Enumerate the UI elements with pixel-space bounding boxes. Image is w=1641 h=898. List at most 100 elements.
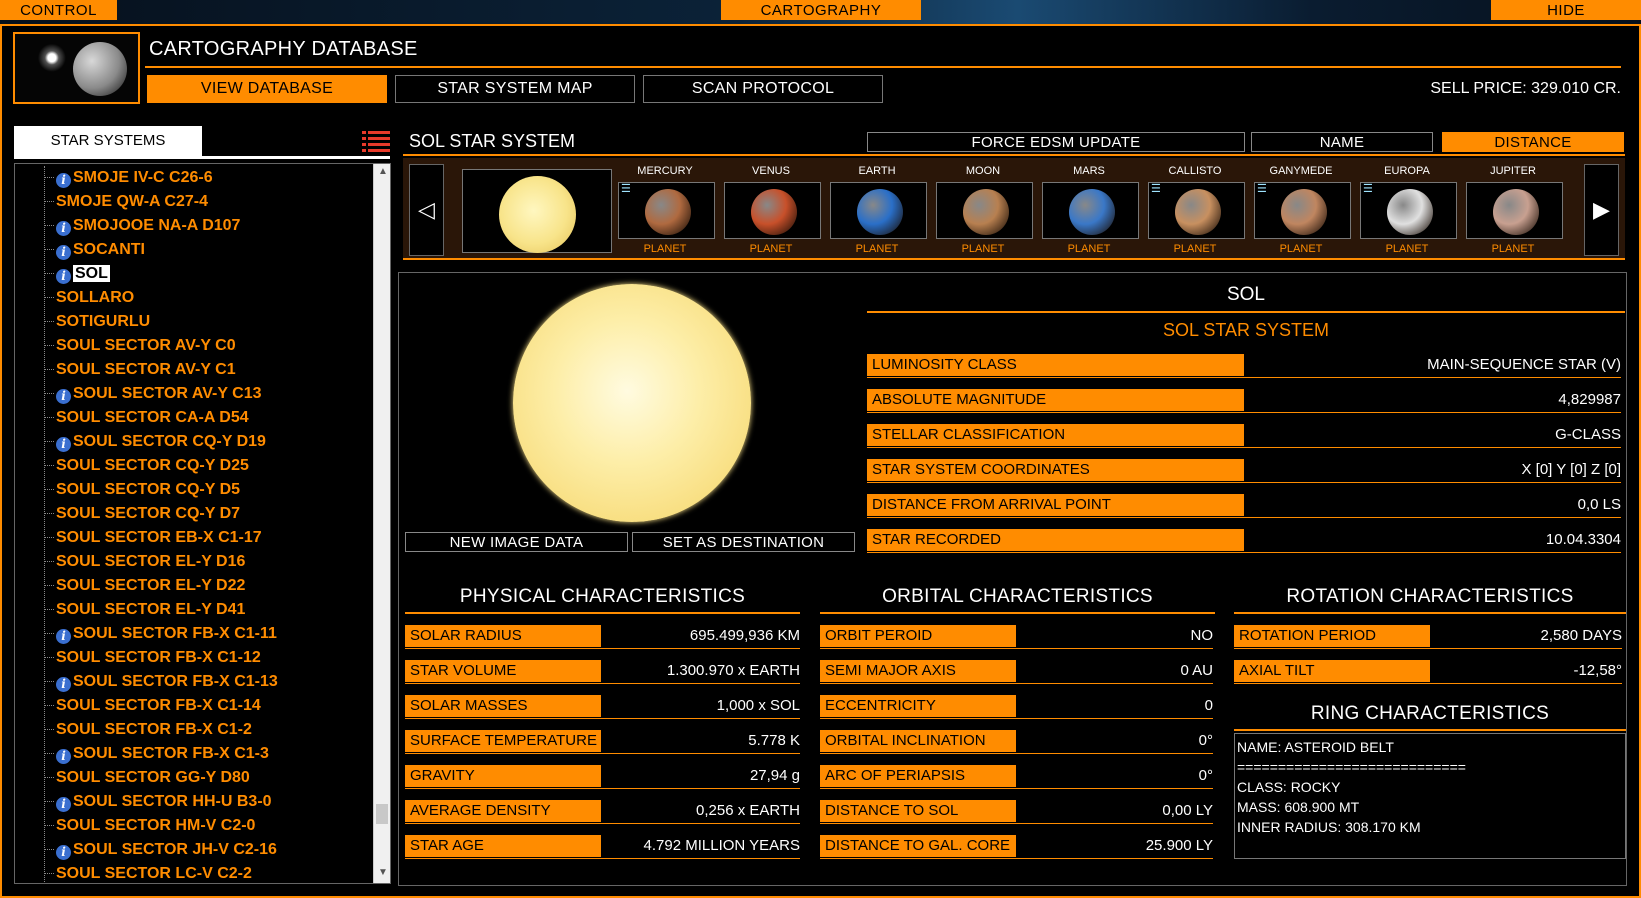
body-card-earth[interactable]: EARTH PLANET (827, 158, 927, 255)
list-item[interactable]: i SOUL SECTOR AV-Y C13 (44, 383, 262, 405)
row-underline (405, 823, 800, 824)
tab-hide[interactable]: HIDE (1491, 0, 1641, 20)
characteristic-row: SOLAR MASSES 1,000 x SOL (405, 695, 800, 719)
list-item[interactable]: SOUL SECTOR CA-A D54 (44, 407, 249, 429)
list-item[interactable]: SOUL SECTOR EL-Y D41 (44, 599, 245, 621)
scan-protocol-button[interactable]: SCAN PROTOCOL (643, 75, 883, 103)
info-icon: i (56, 437, 71, 452)
characteristic-value: 0,256 x EARTH (696, 802, 800, 819)
planet-icon (963, 189, 1009, 235)
view-database-button[interactable]: VIEW DATABASE (147, 75, 387, 103)
info-icon: i (56, 245, 71, 260)
set-as-destination-button[interactable]: SET AS DESTINATION (632, 532, 855, 552)
selected-star-thumbnail[interactable] (462, 169, 612, 253)
list-item[interactable]: SOUL SECTOR LC-V C2-2 (44, 863, 252, 885)
list-item[interactable]: SOUL SECTOR CQ-Y D5 (44, 479, 240, 501)
tree-connector (44, 201, 54, 203)
force-edsm-update-button[interactable]: FORCE EDSM UPDATE (867, 132, 1245, 152)
list-item-label: SOUL SECTOR AV-Y C1 (56, 361, 236, 378)
list-item[interactable]: i SOUL SECTOR CQ-Y D19 (44, 431, 266, 453)
characteristic-label: STAR AGE (405, 835, 601, 857)
planet-icon (1281, 189, 1327, 235)
row-underline (1234, 648, 1622, 649)
list-item[interactable]: SOUL SECTOR CQ-Y D25 (44, 455, 249, 477)
physical-title-underline (405, 612, 800, 614)
sort-name-button[interactable]: NAME (1251, 132, 1433, 152)
list-item-label: SOLLARO (56, 289, 135, 306)
list-item[interactable]: SOUL SECTOR FB-X C1-12 (44, 647, 261, 669)
list-item-label: SOUL SECTOR FB-X C1-14 (56, 697, 261, 714)
characteristic-row: DISTANCE FROM ARRIVAL POINT 0,0 LS (867, 494, 1621, 518)
list-item[interactable]: SOUL SECTOR CQ-Y D7 (44, 503, 240, 525)
tab-cartography[interactable]: CARTOGRAPHY (721, 0, 921, 20)
body-card-mercury[interactable]: MERCURY ☰ PLANET (615, 158, 715, 255)
list-item[interactable]: SOUL SECTOR AV-Y C1 (44, 359, 236, 381)
sort-distance-button[interactable]: DISTANCE (1442, 132, 1624, 152)
row-underline (867, 482, 1621, 483)
body-name: VENUS (752, 165, 790, 177)
list-item[interactable]: SMOJE QW-A C27-4 (44, 191, 208, 213)
body-card-callisto[interactable]: CALLISTO ☰ PLANET (1145, 158, 1245, 255)
tree-connector (44, 801, 54, 803)
list-item[interactable]: SOUL SECTOR EL-Y D16 (44, 551, 245, 573)
list-item[interactable]: i SMOJE IV-C C26-6 (44, 167, 213, 189)
list-item[interactable]: SOUL SECTOR HM-V C2-0 (44, 815, 255, 837)
list-item[interactable]: SOUL SECTOR EB-X C1-17 (44, 527, 262, 549)
body-card-moon[interactable]: MOON PLANET (933, 158, 1033, 255)
list-item[interactable]: SOLLARO (44, 287, 134, 309)
tab-control[interactable]: CONTROL (0, 0, 117, 20)
body-card-venus[interactable]: VENUS PLANET (721, 158, 821, 255)
list-item[interactable]: i SOCANTI (44, 239, 145, 261)
ring-info-line: INNER RADIUS: 308.170 KM (1237, 819, 1421, 835)
list-item[interactable]: i SOL (44, 263, 110, 285)
list-item[interactable]: SOTIGURLU (44, 311, 150, 333)
detail-name: SOL (1226, 284, 1266, 305)
tree-connector (44, 177, 54, 179)
list-item[interactable]: SOUL SECTOR AV-Y C0 (44, 335, 236, 357)
list-scrollbar[interactable]: ▲ ▼ (373, 164, 390, 883)
characteristic-row: AVERAGE DENSITY 0,256 x EARTH (405, 800, 800, 824)
tree-connector (44, 465, 54, 467)
list-item[interactable]: i SOUL SECTOR JH-V C2-16 (44, 839, 277, 861)
list-item[interactable]: i SOUL SECTOR FB-X C1-13 (44, 671, 278, 693)
list-view-icon[interactable] (362, 130, 390, 152)
ring-characteristics-title: RING CHARACTERISTICS (1310, 703, 1550, 724)
body-type: PLANET (1173, 243, 1217, 255)
scroll-down-arrow-icon[interactable]: ▼ (378, 867, 388, 878)
body-type: PLANET (643, 243, 687, 255)
row-underline (405, 683, 800, 684)
carousel-prev-button[interactable]: ◁ (409, 164, 444, 256)
row-underline (867, 377, 1621, 378)
body-card-mars[interactable]: MARS PLANET (1039, 158, 1139, 255)
characteristic-row: STAR SYSTEM COORDINATES X [0] Y [0] Z [0] (867, 459, 1621, 483)
list-item[interactable]: SOUL SECTOR EL-Y D22 (44, 575, 245, 597)
carousel-next-button[interactable]: ▶ (1584, 164, 1619, 256)
body-thumbnail (1042, 182, 1139, 239)
list-item[interactable]: SOUL SECTOR FB-X C1-14 (44, 695, 261, 717)
list-item[interactable]: SOUL SECTOR GG-Y D80 (44, 767, 250, 789)
characteristic-label: ROTATION PERIOD (1234, 625, 1430, 647)
list-item[interactable]: i SOUL SECTOR FB-X C1-3 (44, 743, 269, 765)
list-item[interactable]: i SOUL SECTOR HH-U B3-0 (44, 791, 272, 813)
tree-connector (44, 273, 54, 275)
row-underline (820, 788, 1213, 789)
characteristic-value: 0 (1204, 697, 1213, 714)
tree-connector (44, 561, 54, 563)
list-item[interactable]: SOUL SECTOR FB-X C1-2 (44, 719, 252, 741)
body-thumbnail: ☰ (1254, 182, 1351, 239)
star-system-map-button[interactable]: STAR SYSTEM MAP (395, 75, 635, 103)
info-icon: i (56, 845, 71, 860)
moon-thumbnail-icon (73, 42, 127, 96)
list-item[interactable]: i SMOJOOE NA-A D107 (44, 215, 240, 237)
list-item[interactable]: i SOUL SECTOR FB-X C1-11 (44, 623, 277, 645)
scroll-thumb[interactable] (376, 804, 388, 824)
body-card-jupiter[interactable]: JUPITER PLANET (1463, 158, 1563, 255)
new-image-data-button[interactable]: NEW IMAGE DATA (405, 532, 628, 552)
body-card-ganymede[interactable]: GANYMEDE ☰ PLANET (1251, 158, 1351, 255)
characteristic-row: ROTATION PERIOD 2,580 DAYS (1234, 625, 1622, 649)
scroll-up-arrow-icon[interactable]: ▲ (378, 166, 388, 177)
lander-icon: ☰ (621, 183, 631, 195)
star-systems-tab[interactable]: STAR SYSTEMS (14, 126, 202, 156)
body-card-europa[interactable]: EUROPA ☰ PLANET (1357, 158, 1457, 255)
sidebar-tab-underline (14, 156, 390, 159)
